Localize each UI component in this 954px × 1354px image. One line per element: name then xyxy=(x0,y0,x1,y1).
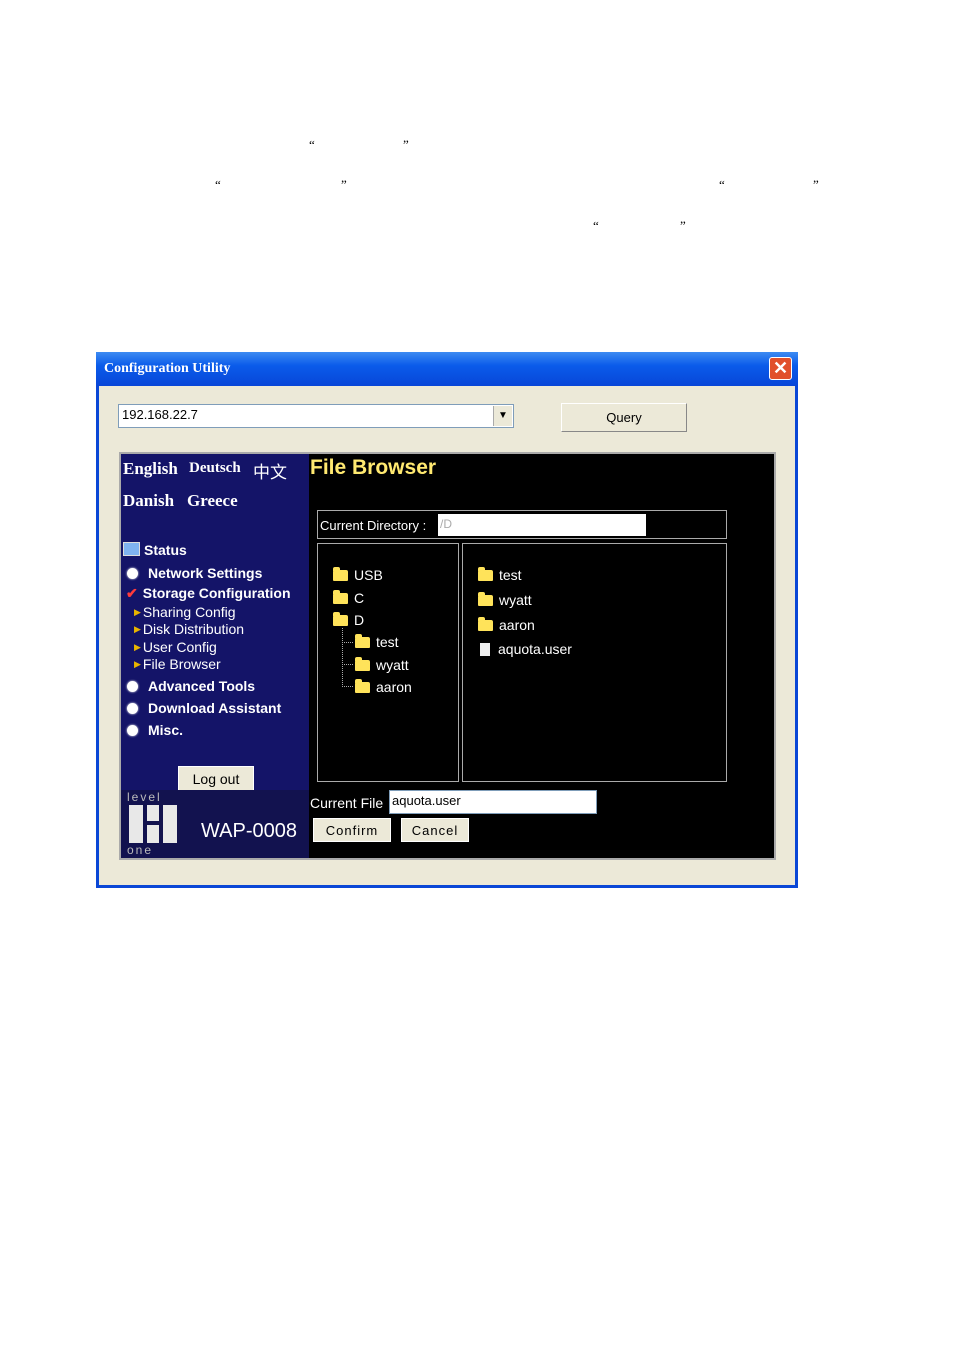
confirm-button[interactable]: Confirm xyxy=(313,818,391,842)
folder-icon xyxy=(333,590,348,604)
quote-mark: “ xyxy=(215,177,221,192)
quote-mark: “ xyxy=(719,177,725,192)
quote-mark: ” xyxy=(341,177,347,192)
menu-advanced-label: Advanced Tools xyxy=(148,678,256,694)
bullet-icon xyxy=(127,681,138,692)
quote-mark: ” xyxy=(403,137,409,152)
levelone-logo: level one WAP-0008 xyxy=(121,790,309,858)
menu-network-label: Network Settings xyxy=(148,565,263,581)
tree-item-label: C xyxy=(354,590,365,606)
lang-deutsch[interactable]: Deutsch xyxy=(189,460,241,477)
query-button[interactable]: Query xyxy=(561,403,687,432)
checkmark-icon: ✔ xyxy=(126,585,138,601)
menu-storage[interactable]: ✔ Storage Configuration xyxy=(126,585,291,602)
window-client: 192.168.22.7 ▼ Query English Deutsch 中文 … xyxy=(99,386,795,885)
list-item[interactable]: aaron xyxy=(478,617,535,633)
quote-mark: “ xyxy=(309,137,315,152)
lang-chinese[interactable]: 中文 xyxy=(253,458,287,483)
submenu-user-config[interactable]: User Config xyxy=(134,639,217,655)
tree-item-d[interactable]: D xyxy=(333,612,364,628)
logo-bottom-text: one xyxy=(127,843,154,857)
bullet-icon xyxy=(127,703,138,714)
lang-english[interactable]: English xyxy=(123,459,178,479)
logout-button[interactable]: Log out xyxy=(178,766,254,792)
folder-icon xyxy=(333,567,348,581)
quote-mark: ” xyxy=(680,218,686,233)
page-title: File Browser xyxy=(310,456,437,479)
menu-storage-label: Storage Configuration xyxy=(142,585,291,601)
list-item[interactable]: aquota.user xyxy=(480,641,572,657)
title-bar[interactable]: Configuration Utility ✕ xyxy=(96,352,798,386)
address-value: 192.168.22.7 xyxy=(122,407,198,422)
quote-mark: ” xyxy=(813,177,819,192)
menu-misc[interactable]: Misc. xyxy=(127,722,183,738)
menu-download[interactable]: Download Assistant xyxy=(127,700,281,716)
tree-item-aaron[interactable]: aaron xyxy=(355,679,412,695)
chevron-down-icon[interactable]: ▼ xyxy=(493,406,512,426)
file-list: test wyatt aaron aquota.user xyxy=(462,543,727,782)
lang-greece[interactable]: Greece xyxy=(187,491,238,511)
logo-top-text: level xyxy=(127,790,162,804)
folder-icon xyxy=(355,679,370,693)
current-directory-bar: Current Directory : /D xyxy=(317,510,727,539)
folder-icon xyxy=(478,592,493,606)
bullet-icon xyxy=(127,568,138,579)
sidebar: English Deutsch 中文 Danish Greece Status … xyxy=(121,454,309,858)
menu-misc-label: Misc. xyxy=(148,722,184,738)
list-item-label: wyatt xyxy=(499,592,532,608)
current-directory-label: Current Directory : xyxy=(320,518,427,533)
submenu-file-browser[interactable]: File Browser xyxy=(134,656,221,672)
close-button[interactable]: ✕ xyxy=(769,357,792,380)
tree-item-label: USB xyxy=(354,567,383,583)
folder-icon xyxy=(478,567,493,581)
close-icon: ✕ xyxy=(772,358,789,378)
web-panel: English Deutsch 中文 Danish Greece Status … xyxy=(119,452,776,860)
window-title: Configuration Utility xyxy=(104,361,231,376)
current-file-field[interactable]: aquota.user xyxy=(389,790,597,814)
bullet-icon xyxy=(127,725,138,736)
folder-icon xyxy=(355,657,370,671)
tree-item-usb[interactable]: USB xyxy=(333,567,383,583)
menu-advanced[interactable]: Advanced Tools xyxy=(127,678,255,694)
list-item[interactable]: test xyxy=(478,567,522,583)
tree-item-label: D xyxy=(354,612,365,628)
tree-item-label: test xyxy=(376,634,399,650)
menu-download-label: Download Assistant xyxy=(148,700,282,716)
submenu-sharing-config[interactable]: Sharing Config xyxy=(134,604,236,620)
list-item[interactable]: wyatt xyxy=(478,592,532,608)
tree-connector xyxy=(342,642,353,665)
tree-item-label: aaron xyxy=(376,679,412,695)
file-icon xyxy=(480,643,490,656)
tree-item-test[interactable]: test xyxy=(355,634,399,650)
current-file-label: Current File xyxy=(310,795,384,811)
folder-icon xyxy=(478,617,493,631)
cancel-button[interactable]: Cancel xyxy=(401,818,469,842)
monitor-icon xyxy=(123,542,140,556)
menu-status-label: Status xyxy=(144,542,187,558)
tree-item-c[interactable]: C xyxy=(333,590,364,606)
list-item-label: aaron xyxy=(499,617,535,633)
list-item-label: aquota.user xyxy=(498,641,572,657)
logo-mark xyxy=(129,805,177,843)
tree-connector xyxy=(342,664,353,687)
folder-tree: USB C D test wyatt aaron xyxy=(317,543,459,782)
folder-icon xyxy=(355,634,370,648)
config-window: Configuration Utility ✕ 192.168.22.7 ▼ Q… xyxy=(96,352,798,888)
lang-danish[interactable]: Danish xyxy=(123,491,174,511)
current-directory-field[interactable]: /D xyxy=(438,514,646,536)
menu-status[interactable]: Status xyxy=(123,542,187,558)
open-folder-icon xyxy=(333,612,348,626)
tree-item-wyatt[interactable]: wyatt xyxy=(355,657,409,673)
list-item-label: test xyxy=(499,567,522,583)
submenu-disk-distribution[interactable]: Disk Distribution xyxy=(134,621,244,637)
address-combobox[interactable]: 192.168.22.7 ▼ xyxy=(118,404,514,428)
tree-item-label: wyatt xyxy=(376,657,409,673)
quote-mark: “ xyxy=(593,218,599,233)
menu-network[interactable]: Network Settings xyxy=(127,565,262,581)
tree-connector xyxy=(342,628,353,643)
model-name: WAP-0008 xyxy=(201,820,297,842)
